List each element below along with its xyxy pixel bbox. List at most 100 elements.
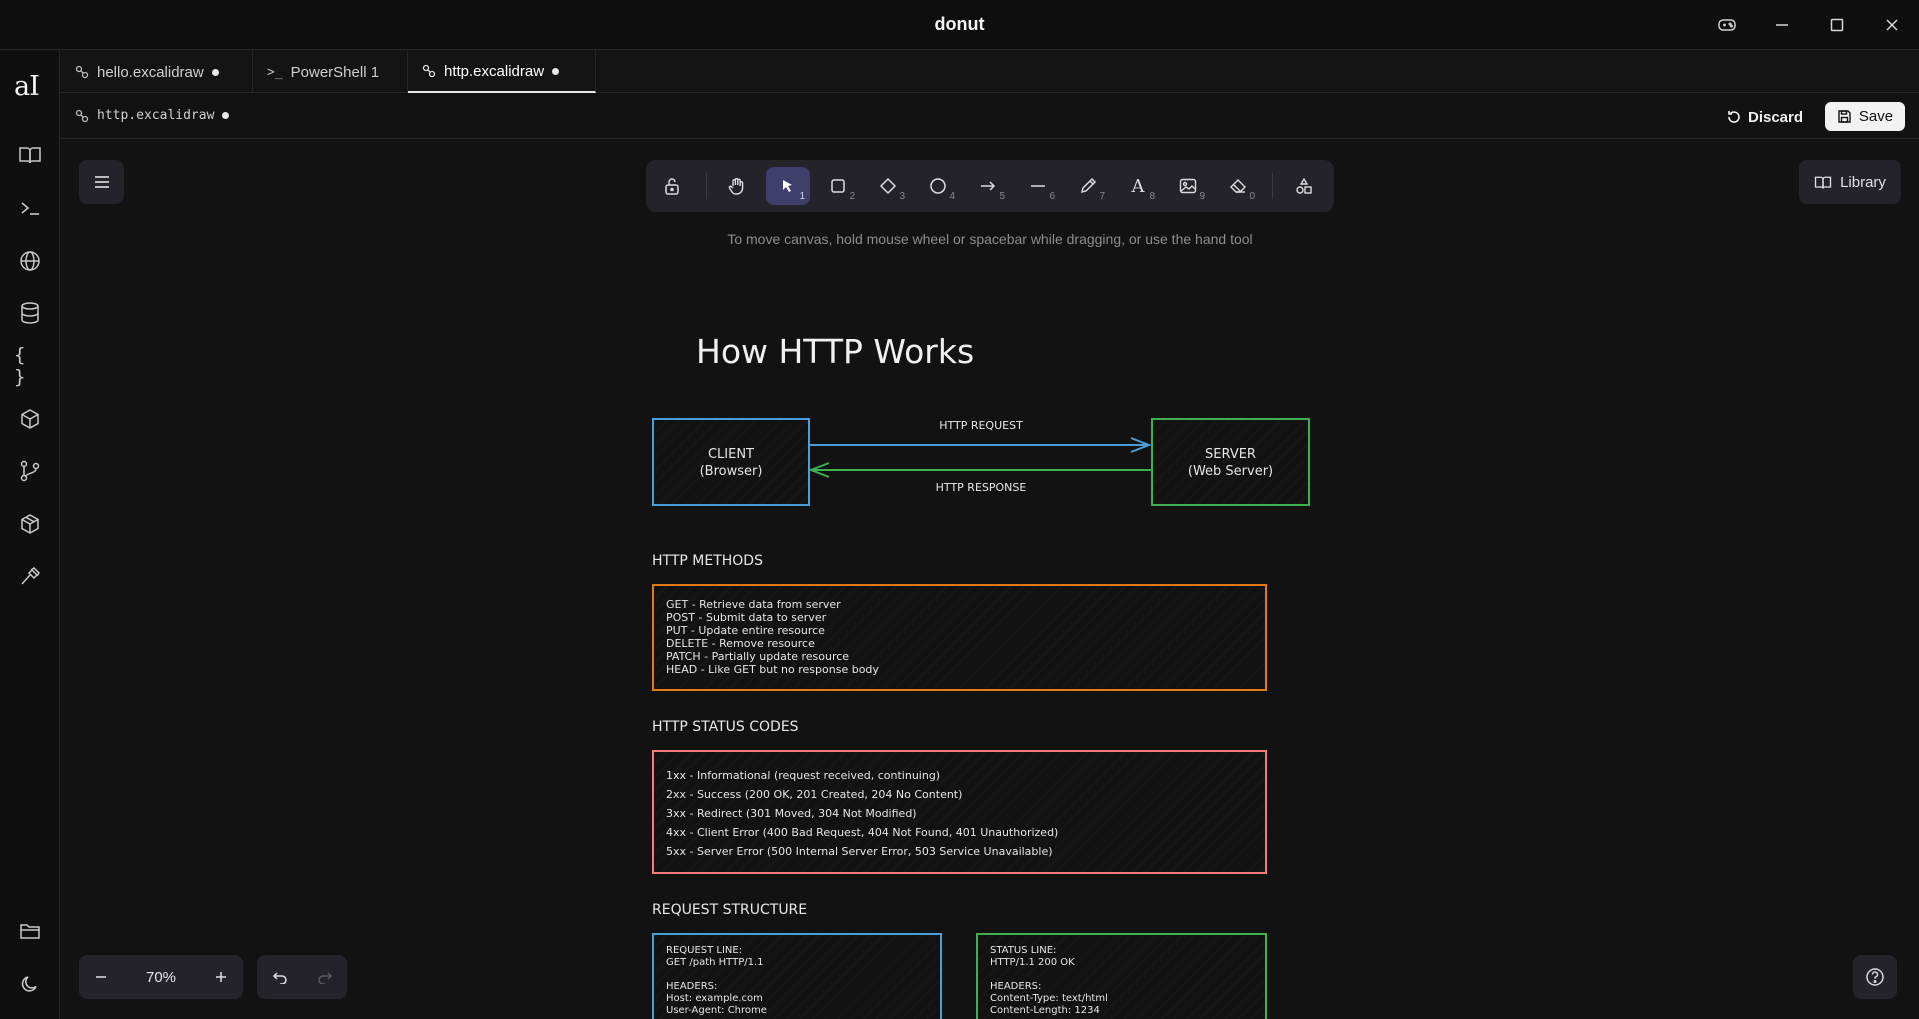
braces-icon[interactable]: { } xyxy=(14,344,46,388)
main-menu-button[interactable] xyxy=(79,160,124,204)
tab-hello-excalidraw[interactable]: hello.excalidraw xyxy=(61,51,253,93)
database-icon[interactable] xyxy=(14,297,46,329)
app-logo: aI xyxy=(14,71,40,102)
cube-icon[interactable] xyxy=(14,403,46,435)
zoom-level[interactable]: 70% xyxy=(123,955,199,999)
undo-circle-icon xyxy=(1728,111,1740,123)
tab-label: hello.excalidraw xyxy=(97,63,204,81)
link-icon xyxy=(422,64,436,78)
link-icon xyxy=(75,109,89,122)
undo-redo-controls xyxy=(257,955,347,999)
shortcut-key: 3 xyxy=(899,191,905,202)
terminal-icon: >_ xyxy=(267,64,283,80)
minus-icon xyxy=(96,976,106,978)
extra-tools-button[interactable] xyxy=(1282,167,1326,205)
git-branch-icon[interactable] xyxy=(14,455,46,487)
arrow-tool[interactable]: 5 xyxy=(966,167,1010,205)
method-item: GET - Retrieve data from server xyxy=(666,598,841,611)
text-tool[interactable]: A 8 xyxy=(1116,167,1160,205)
lock-tool[interactable] xyxy=(650,167,694,205)
hammer-icon[interactable] xyxy=(14,561,46,593)
package-icon[interactable] xyxy=(14,508,46,540)
diagram-arrows xyxy=(808,437,1152,478)
hand-tool[interactable] xyxy=(715,167,759,205)
maximize-button[interactable] xyxy=(1822,11,1852,39)
gamepad-icon[interactable] xyxy=(1712,11,1742,39)
diagram: How HTTP Works CLIENT (Browser) SERVER (… xyxy=(61,140,1919,1019)
hamburger-icon xyxy=(94,176,109,188)
zoom-controls: 70% xyxy=(79,955,243,999)
shortcut-key: 2 xyxy=(849,191,855,202)
methods-box[interactable]: GET - Retrieve data from server POST - Su… xyxy=(652,584,1267,691)
shortcut-key: 5 xyxy=(999,191,1005,202)
ellipse-icon xyxy=(930,178,946,194)
sidebar: aI { } xyxy=(0,51,60,1019)
tab-label: PowerShell 1 xyxy=(290,63,380,81)
plus-icon xyxy=(216,972,226,982)
draw-tool[interactable]: 7 xyxy=(1066,167,1110,205)
save-icon xyxy=(1838,110,1851,123)
response-structure-box[interactable]: STATUS LINE: HTTP/1.1 200 OK HEADERS: Co… xyxy=(976,933,1267,1019)
pencil-icon xyxy=(1080,177,1097,194)
redo-icon xyxy=(317,972,332,984)
method-item: DELETE - Remove resource xyxy=(666,637,815,650)
tab-bar: hello.excalidraw >_ PowerShell 1 http.ex… xyxy=(61,51,1919,93)
diamond-tool[interactable]: 3 xyxy=(866,167,910,205)
library-button[interactable]: Library xyxy=(1799,160,1901,204)
eraser-icon xyxy=(1230,179,1246,193)
folder-icon[interactable] xyxy=(14,915,46,947)
client-box[interactable]: CLIENT (Browser) xyxy=(652,418,810,506)
status-code-item: 2xx - Success (200 OK, 201 Created, 204 … xyxy=(666,788,963,801)
eraser-tool[interactable]: 0 xyxy=(1216,167,1260,205)
moon-icon[interactable] xyxy=(14,968,46,1000)
discard-label: Discard xyxy=(1748,108,1804,126)
line-icon xyxy=(1031,185,1045,187)
tab-http-excalidraw[interactable]: http.excalidraw xyxy=(408,51,596,93)
minimize-button[interactable] xyxy=(1767,11,1797,39)
response-structure-text: STATUS LINE: HTTP/1.1 200 OK HEADERS: Co… xyxy=(990,945,1108,1016)
toolbar-divider xyxy=(706,173,707,199)
arrow-icon xyxy=(981,181,996,191)
zoom-in-button[interactable] xyxy=(199,955,243,999)
method-item: PATCH - Partially update resource xyxy=(666,650,850,663)
library-label: Library xyxy=(1840,173,1886,191)
help-icon xyxy=(1866,968,1884,986)
book-icon xyxy=(1814,176,1832,189)
book-icon[interactable] xyxy=(14,139,46,171)
modified-dot xyxy=(211,68,219,76)
image-tool[interactable]: 9 xyxy=(1166,167,1210,205)
request-structure-heading: REQUEST STRUCTURE xyxy=(652,902,808,918)
shortcut-key: 7 xyxy=(1099,191,1105,202)
tab-label: http.excalidraw xyxy=(444,62,545,80)
diamond-icon xyxy=(879,177,897,195)
help-button[interactable] xyxy=(1853,955,1897,999)
line-tool[interactable]: 6 xyxy=(1016,167,1060,205)
save-label: Save xyxy=(1858,108,1894,125)
close-button[interactable] xyxy=(1877,11,1907,39)
file-name-label: http.excalidraw xyxy=(97,108,215,123)
selection-tool[interactable]: 1 xyxy=(766,167,810,205)
request-structure-box[interactable]: REQUEST LINE: GET /path HTTP/1.1 HEADERS… xyxy=(652,933,942,1019)
canvas-hint: To move canvas, hold mouse wheel or spac… xyxy=(727,231,1253,247)
tab-powershell[interactable]: >_ PowerShell 1 xyxy=(253,51,408,93)
save-button[interactable]: Save xyxy=(1825,102,1905,131)
methods-list: GET - Retrieve data from server POST - Su… xyxy=(666,598,879,676)
excalidraw-canvas[interactable]: How HTTP Works CLIENT (Browser) SERVER (… xyxy=(61,140,1919,1019)
redo-button[interactable] xyxy=(302,955,347,999)
link-icon xyxy=(75,65,89,79)
zoom-out-button[interactable] xyxy=(79,955,123,999)
server-label: SERVER (Web Server) xyxy=(1187,447,1274,479)
image-icon xyxy=(1179,178,1197,194)
undo-button[interactable] xyxy=(257,955,302,999)
modified-dot xyxy=(222,112,230,119)
method-item: HEAD - Like GET but no response body xyxy=(666,663,879,676)
status-codes-box[interactable]: 1xx - Informational (request received, c… xyxy=(652,750,1267,874)
terminal-icon[interactable] xyxy=(14,192,46,224)
rectangle-tool[interactable]: 2 xyxy=(816,167,860,205)
request-label: HTTP REQUEST xyxy=(939,419,1023,432)
server-box[interactable]: SERVER (Web Server) xyxy=(1151,418,1310,506)
globe-icon[interactable] xyxy=(14,245,46,277)
ellipse-tool[interactable]: 4 xyxy=(916,167,960,205)
discard-button[interactable]: Discard xyxy=(1726,103,1803,131)
diagram-title: How HTTP Works xyxy=(696,332,975,371)
